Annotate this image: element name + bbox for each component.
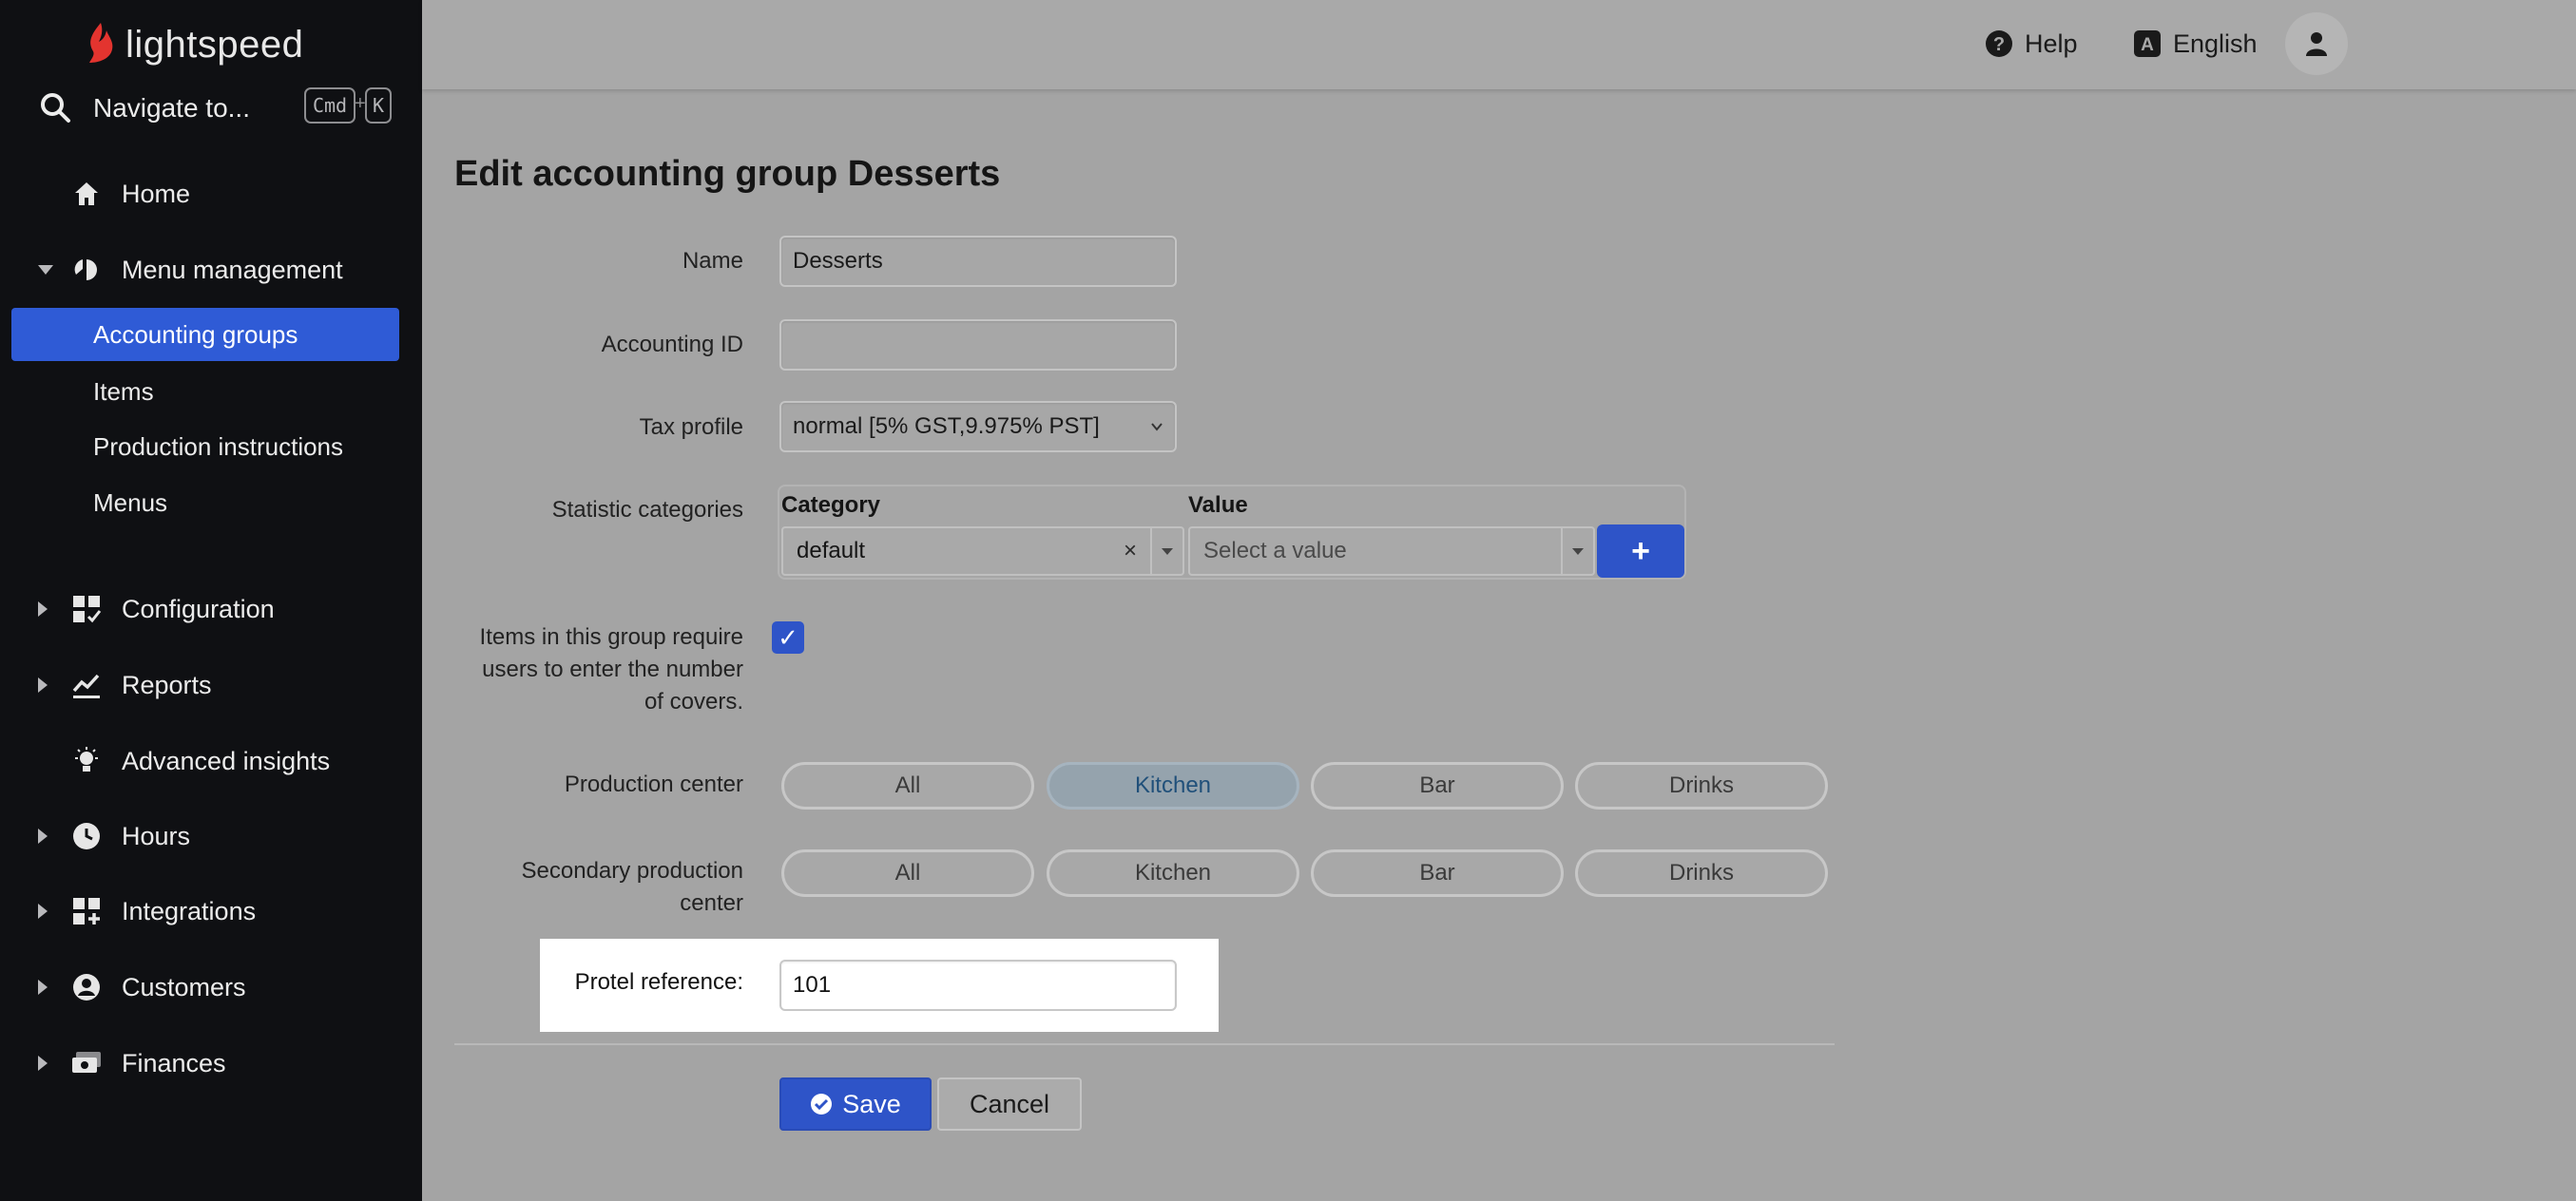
- value-placeholder: Select a value: [1203, 538, 1347, 563]
- form-divider: [454, 1043, 1835, 1045]
- page-title: Edit accounting group Desserts: [454, 154, 1001, 194]
- search-icon: [41, 93, 70, 123]
- tax-profile-label: Tax profile: [639, 414, 743, 440]
- chevron-right-icon: [38, 601, 48, 617]
- configuration-icon: [70, 593, 103, 625]
- user-icon: [2306, 32, 2327, 56]
- language-icon: A: [2134, 30, 2161, 57]
- user-avatar[interactable]: [2285, 12, 2348, 75]
- production-center-label: Production center: [564, 772, 743, 797]
- name-field[interactable]: Desserts: [779, 236, 1177, 287]
- protel-reference-row: Protel reference: 101: [540, 939, 1219, 1032]
- svg-text:A: A: [2141, 35, 2154, 55]
- language-selector[interactable]: A English: [2133, 25, 2258, 63]
- sidebar-item-customers[interactable]: Customers: [0, 961, 422, 1014]
- tax-profile-select[interactable]: normal [5% GST,9.975% PST]: [779, 401, 1177, 452]
- finances-icon: [70, 1047, 103, 1079]
- accounting-id-label: Accounting ID: [601, 332, 743, 357]
- sidebar-item-label: Finances: [122, 1048, 226, 1077]
- shortcut-plus: +: [355, 93, 366, 114]
- secondary-production-drinks[interactable]: Drinks: [1575, 849, 1828, 897]
- name-label: Name: [682, 248, 743, 274]
- value-header: Value: [1188, 492, 1248, 518]
- secondary-production-kitchen[interactable]: Kitchen: [1047, 849, 1299, 897]
- help-link[interactable]: ? Help: [1985, 25, 2078, 63]
- sidebar: lightspeed Navigate to... Cmd + K Home M…: [0, 0, 422, 1201]
- customers-icon: [70, 971, 103, 1003]
- language-label: English: [2173, 29, 2258, 58]
- shortcut-cmd-key: Cmd: [304, 87, 356, 124]
- cancel-button[interactable]: Cancel: [937, 1077, 1082, 1131]
- secondary-production-bar[interactable]: Bar: [1311, 849, 1564, 897]
- covers-required-checkbox[interactable]: ✓: [772, 621, 804, 654]
- sidebar-item-label: Configuration: [122, 594, 275, 623]
- home-icon: [70, 178, 103, 210]
- chevron-right-icon: [38, 980, 48, 995]
- chevron-down-icon: [1162, 547, 1173, 555]
- value-dropdown-toggle[interactable]: [1561, 528, 1593, 574]
- statistic-categories-table: Category Value default × Select a value: [778, 485, 1686, 580]
- chevron-down-icon: [1151, 423, 1163, 431]
- help-icon: ?: [1986, 30, 2012, 57]
- chevron-right-icon: [38, 829, 48, 844]
- lightspeed-logo[interactable]: lightspeed: [86, 13, 303, 76]
- category-dropdown-toggle[interactable]: [1150, 528, 1182, 574]
- covers-required-label: Items in this group require users to ent…: [479, 624, 743, 715]
- accounting-id-field[interactable]: [779, 319, 1177, 371]
- sidebar-item-finances[interactable]: Finances: [0, 1037, 422, 1090]
- production-center-bar[interactable]: Bar: [1311, 762, 1564, 810]
- navigate-label: Navigate to...: [93, 93, 250, 123]
- clock-icon: [70, 820, 103, 852]
- chevron-right-icon: [38, 1056, 48, 1071]
- save-button[interactable]: Save: [779, 1077, 932, 1131]
- sidebar-item-label: Home: [122, 179, 191, 208]
- clear-icon[interactable]: ×: [1124, 538, 1137, 564]
- add-statistic-button[interactable]: +: [1597, 524, 1684, 578]
- category-select[interactable]: default ×: [781, 526, 1184, 576]
- category-header: Category: [781, 492, 881, 518]
- shortcut-k-key: K: [365, 87, 392, 124]
- tax-profile-value: normal [5% GST,9.975% PST]: [793, 413, 1100, 439]
- navigate-search[interactable]: Navigate to... Cmd + K: [38, 84, 392, 133]
- flame-icon: [89, 23, 113, 63]
- sidebar-subitem-items[interactable]: Items: [11, 365, 399, 418]
- sidebar-item-label: Hours: [122, 821, 191, 850]
- statistic-categories-label: Statistic categories: [551, 497, 743, 523]
- secondary-production-center-label: Secondary production center: [521, 858, 743, 916]
- save-label: Save: [842, 1089, 901, 1118]
- check-circle-icon: [811, 1094, 833, 1115]
- production-center-all[interactable]: All: [781, 762, 1034, 810]
- production-center-drinks[interactable]: Drinks: [1575, 762, 1828, 810]
- category-value: default: [797, 538, 866, 563]
- sidebar-item-home[interactable]: Home: [0, 167, 422, 220]
- protel-reference-label: Protel reference:: [574, 969, 743, 995]
- svg-text:?: ?: [1993, 34, 2005, 55]
- protel-reference-field[interactable]: 101: [779, 960, 1177, 1011]
- logo-text: lightspeed: [125, 23, 304, 66]
- secondary-production-all[interactable]: All: [781, 849, 1034, 897]
- production-center-kitchen[interactable]: Kitchen: [1047, 762, 1299, 810]
- chevron-down-icon: [1572, 547, 1584, 555]
- top-bar: ? Help A English: [422, 0, 2576, 89]
- sidebar-item-label: Customers: [122, 972, 246, 1001]
- value-select[interactable]: Select a value: [1188, 526, 1595, 576]
- help-label: Help: [2025, 29, 2078, 58]
